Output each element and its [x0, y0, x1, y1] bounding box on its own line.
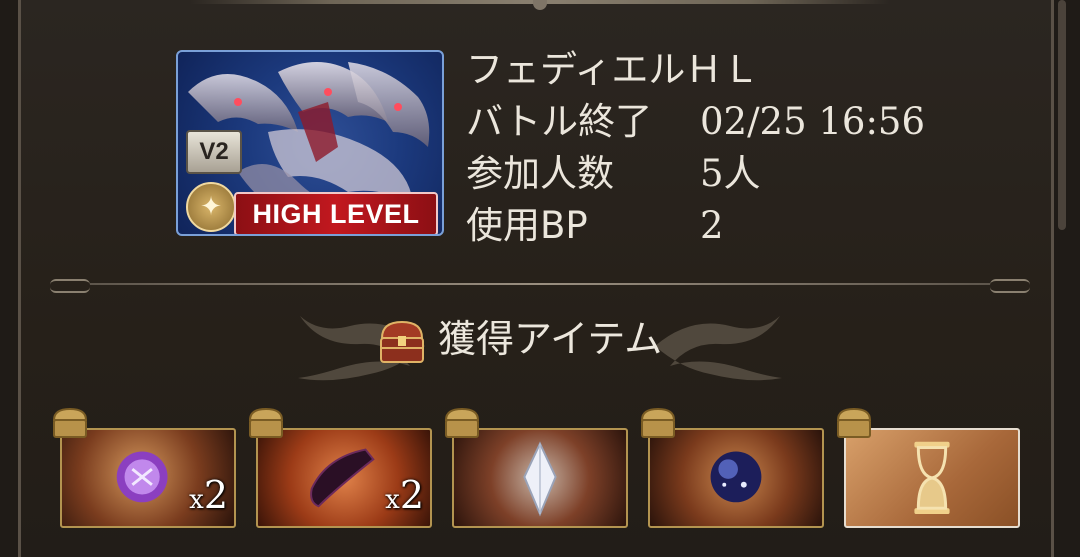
galaxy-orb-icon	[710, 451, 762, 503]
version-badge: V2	[186, 130, 242, 174]
reward-item-2[interactable]: x2	[256, 428, 432, 528]
drop-chest-icon	[444, 407, 480, 438]
reward-item-3[interactable]	[452, 428, 628, 528]
silver-crystal-icon	[523, 441, 557, 517]
high-level-label: HIGH LEVEL	[234, 192, 438, 234]
quest-thumbnail[interactable]: V2 ✦ HIGH LEVEL	[176, 50, 444, 236]
scrollbar[interactable]	[1058, 0, 1066, 230]
drop-chest-icon	[640, 407, 676, 438]
obtained-items-title: 獲得アイテム	[438, 317, 663, 361]
quest-name: フェディエルＨＬ	[466, 48, 760, 91]
right-flourish-icon	[655, 316, 782, 381]
hourglass-icon	[914, 441, 950, 515]
section-divider	[50, 276, 1030, 293]
drop-chest-icon	[52, 407, 88, 438]
reward-item-1[interactable]: x2	[60, 428, 236, 528]
treasure-chest-icon	[380, 320, 424, 363]
battle-end-value: 02/25 16:56	[700, 100, 926, 143]
drop-chest-icon	[248, 407, 284, 438]
reward-item-4[interactable]	[648, 428, 824, 528]
reward-qty: x2	[385, 473, 424, 517]
reward-item-5[interactable]	[844, 428, 1020, 528]
bp-used-value: 2	[700, 204, 724, 247]
participants-label: 参加人数	[466, 152, 614, 195]
drop-chest-icon	[836, 407, 872, 438]
reward-qty: x2	[189, 473, 228, 517]
sparkle-emblem-icon: ✦	[186, 182, 236, 232]
bp-used-label: 使用BP	[466, 204, 588, 247]
participants-value: 5人	[700, 152, 761, 195]
battle-end-label: バトル終了	[466, 100, 653, 143]
